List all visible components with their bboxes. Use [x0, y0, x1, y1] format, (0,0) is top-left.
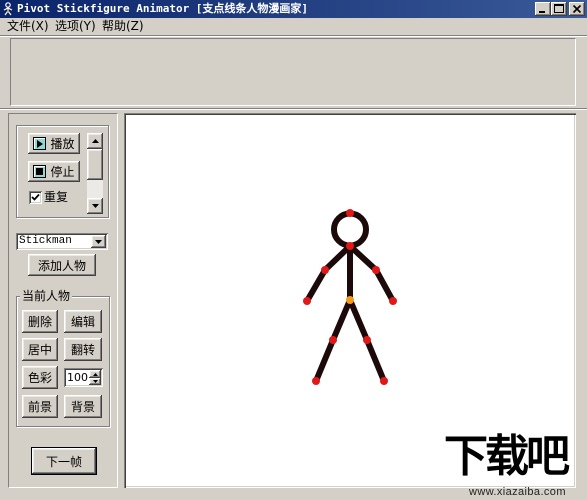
scroll-thumb[interactable] [87, 149, 103, 180]
stickfigure-left-forearm [304, 267, 328, 304]
delete-label: 删除 [27, 315, 52, 329]
size-value[interactable]: 100 [67, 370, 88, 385]
root-joint-handle[interactable] [346, 296, 354, 304]
joint-handle-right-hand[interactable] [389, 297, 397, 305]
stickfigure-right-thigh [347, 297, 370, 343]
minimize-button[interactable] [535, 2, 551, 16]
arrow-up-icon [91, 139, 99, 143]
joint-handle-left-foot[interactable] [312, 377, 320, 385]
joint-handle-right-elbow[interactable] [372, 266, 380, 274]
add-figure-button[interactable]: 添加人物 [28, 254, 96, 276]
arrow-down-icon [92, 380, 98, 383]
close-button[interactable] [569, 2, 585, 16]
menu-help[interactable]: 帮助(Z) [102, 19, 144, 34]
title-bar[interactable]: Pivot Stickfigure Animator [支点线条人物漫画家] [0, 0, 587, 18]
repeat-label: 重复 [44, 190, 69, 204]
playback-speed-scrollbar[interactable] [87, 133, 103, 214]
center-figure-button[interactable]: 居中 [22, 338, 58, 361]
stickfigure-right-forearm [373, 267, 396, 304]
chevron-down-icon [95, 239, 102, 244]
edit-figure-button[interactable]: 编辑 [64, 310, 102, 333]
app-window: Pivot Stickfigure Animator [支点线条人物漫画家] 文… [0, 0, 587, 500]
flip-figure-button[interactable]: 翻转 [64, 338, 102, 361]
play-button[interactable]: 播放 [28, 133, 80, 154]
center-label: 居中 [27, 343, 52, 357]
joint-handle-right-knee[interactable] [363, 336, 371, 344]
stickfigure-icon [3, 2, 13, 16]
stop-icon [33, 165, 47, 178]
menu-options[interactable]: 选项(Y) [55, 19, 96, 34]
maximize-button[interactable] [551, 2, 567, 16]
delete-figure-button[interactable]: 删除 [22, 310, 58, 333]
play-button-label: 播放 [50, 137, 75, 151]
stop-button-label: 停止 [50, 165, 75, 179]
stickfigure-right-upper-arm [347, 243, 379, 273]
watermark-url: www.xiazaiba.com [469, 486, 566, 498]
scroll-up-button[interactable] [87, 133, 103, 149]
figure-type-dropdown[interactable]: Stickman [16, 233, 108, 250]
menu-file[interactable]: 文件(X) [7, 19, 49, 34]
stop-button[interactable]: 停止 [28, 161, 80, 182]
spin-down-button[interactable] [89, 378, 101, 385]
repeat-checkbox[interactable] [29, 191, 42, 204]
flip-label: 翻转 [70, 343, 95, 357]
watermark-logo: 下载吧 [444, 431, 570, 482]
checkmark-icon [31, 193, 40, 201]
stickfigure-head [331, 210, 369, 249]
stickfigure-left-upper-arm [322, 243, 353, 273]
figure-type-value: Stickman [19, 235, 72, 247]
arrow-up-icon [92, 372, 98, 376]
toolbar-divider-highlight [0, 109, 587, 110]
window-title: Pivot Stickfigure Animator [支点线条人物漫画家] [17, 2, 309, 15]
joint-handle-left-knee[interactable] [329, 336, 337, 344]
spin-up-button[interactable] [89, 370, 101, 378]
maximize-icon [554, 4, 564, 13]
joint-handle-left-elbow[interactable] [321, 266, 329, 274]
stickfigure-left-shin [313, 337, 336, 384]
front-label: 前景 [27, 400, 52, 414]
back-label: 背景 [70, 400, 95, 414]
edit-label: 编辑 [70, 315, 95, 329]
joint-handle-left-hand[interactable] [303, 297, 311, 305]
bring-front-button[interactable]: 前景 [22, 395, 58, 418]
figure-color-button[interactable]: 色彩 [22, 366, 58, 389]
joint-handle-head[interactable] [346, 209, 354, 217]
close-icon [572, 4, 582, 14]
joint-handle-neck[interactable] [346, 242, 354, 250]
color-label: 色彩 [27, 371, 52, 385]
joint-handle-right-foot[interactable] [380, 377, 388, 385]
next-frame-label: 下一帧 [45, 454, 82, 469]
stickfigure-left-thigh [330, 297, 353, 343]
play-icon [33, 137, 47, 150]
add-figure-label: 添加人物 [37, 258, 86, 273]
menu-divider-highlight [0, 36, 587, 37]
next-frame-button[interactable]: 下一帧 [31, 447, 97, 475]
scroll-down-button[interactable] [87, 198, 103, 214]
arrow-down-icon [91, 204, 99, 208]
menu-bar: 文件(X) 选项(Y) 帮助(Z) [0, 18, 587, 35]
frames-timeline[interactable] [10, 38, 576, 106]
size-spinner[interactable]: 100 [64, 368, 103, 387]
current-figure-group-label: 当前人物 [20, 289, 73, 303]
dropdown-arrow-button[interactable] [91, 235, 106, 248]
stickfigure-right-shin [364, 337, 387, 384]
minimize-icon [539, 11, 545, 13]
send-back-button[interactable]: 背景 [64, 395, 102, 418]
